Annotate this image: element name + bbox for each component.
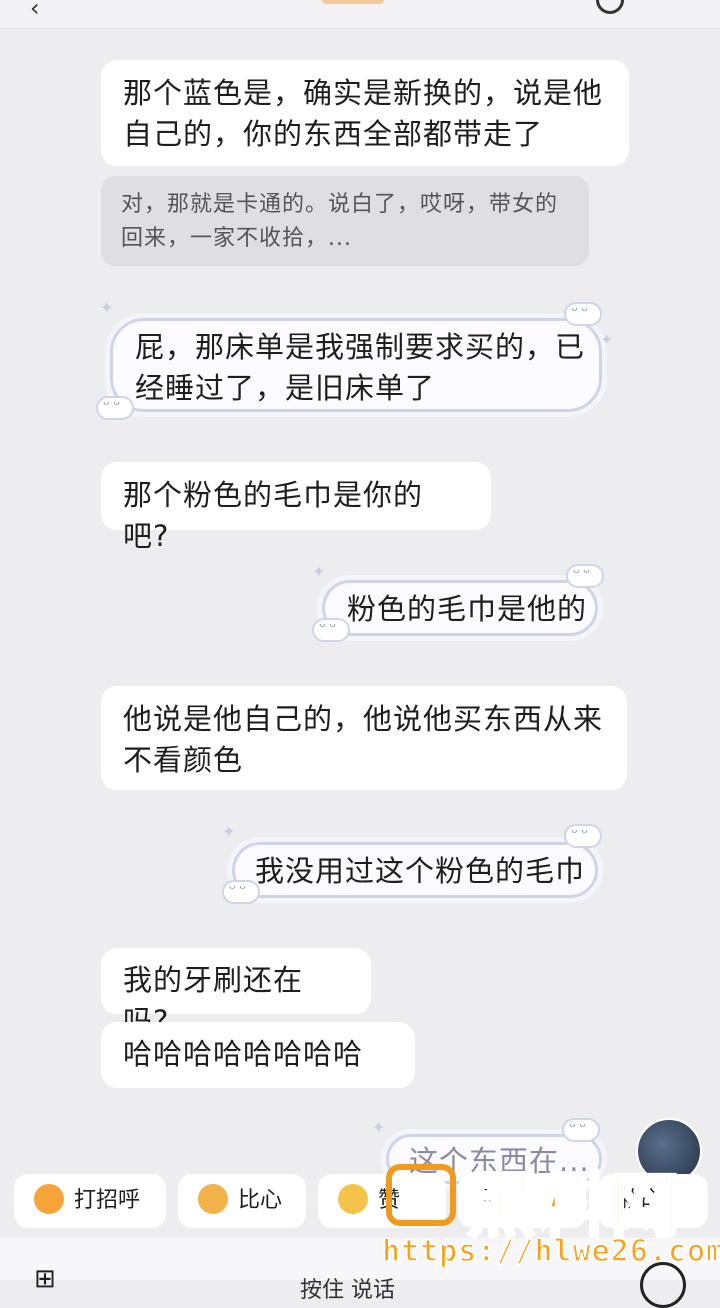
top-bar: ‹ — [0, 0, 720, 29]
received-message[interactable]: 我的牙刷还在吗? — [101, 948, 371, 1038]
back-arrow-icon[interactable]: ‹ — [30, 0, 40, 22]
watermark: 黑料网 https://hlwe26.com — [380, 1150, 720, 1274]
cloud-decoration-icon — [566, 563, 604, 588]
received-message[interactable]: 那个蓝色是，确实是新换的，说是他自己的，你的东西全部都带走了 — [101, 60, 629, 166]
cloud-decoration-icon — [562, 1117, 600, 1142]
received-message[interactable]: 那个粉色的毛巾是你的吧? — [101, 462, 491, 553]
sparkle-icon: ✦ — [600, 330, 614, 349]
cloud-decoration-icon — [96, 395, 134, 420]
received-message[interactable]: 哈哈哈哈哈哈哈哈 — [101, 1022, 415, 1088]
cloud-decoration-icon — [312, 617, 350, 642]
thumbs-up-emoji-icon — [338, 1184, 368, 1214]
smile-emoji-icon — [34, 1184, 64, 1214]
sparkle-icon: ✦ — [372, 1118, 386, 1137]
received-message[interactable]: 他说是他自己的，他说他买东西从来不看颜色 — [101, 686, 627, 790]
sent-message[interactable]: 粉色的毛巾是他的 — [322, 580, 598, 636]
cloud-decoration-icon — [564, 823, 602, 848]
heart-hands-emoji-icon — [198, 1184, 228, 1214]
sparkle-icon: ✦ — [222, 822, 236, 841]
sent-message[interactable]: 我没用过这个粉色的毛巾 — [232, 842, 598, 898]
watermark-logo-icon — [386, 1164, 456, 1226]
sparkle-icon: ✦ — [100, 298, 114, 317]
sparkle-icon: ✦ — [312, 562, 326, 581]
more-icon[interactable] — [596, 0, 624, 14]
sent-message[interactable]: 屁，那床单是我强制要求买的，已经睡过了，是旧床单了 — [110, 318, 602, 412]
cloud-decoration-icon — [564, 301, 602, 326]
quoted-message[interactable]: 对，那就是卡通的。说白了，哎呀，带女的回来，一家不收拾，... — [101, 176, 589, 266]
quick-reply-greet[interactable]: 打招呼 — [14, 1174, 166, 1228]
cloud-decoration-icon — [222, 879, 260, 904]
voice-input-button[interactable]: 按住 说话 — [300, 1272, 395, 1304]
status-pill — [322, 0, 384, 4]
quick-reply-heart[interactable]: 比心 — [178, 1174, 306, 1228]
watermark-url: https://hlwe26.com — [381, 1233, 720, 1270]
apps-grid-icon[interactable]: ⊞ — [34, 1264, 68, 1298]
